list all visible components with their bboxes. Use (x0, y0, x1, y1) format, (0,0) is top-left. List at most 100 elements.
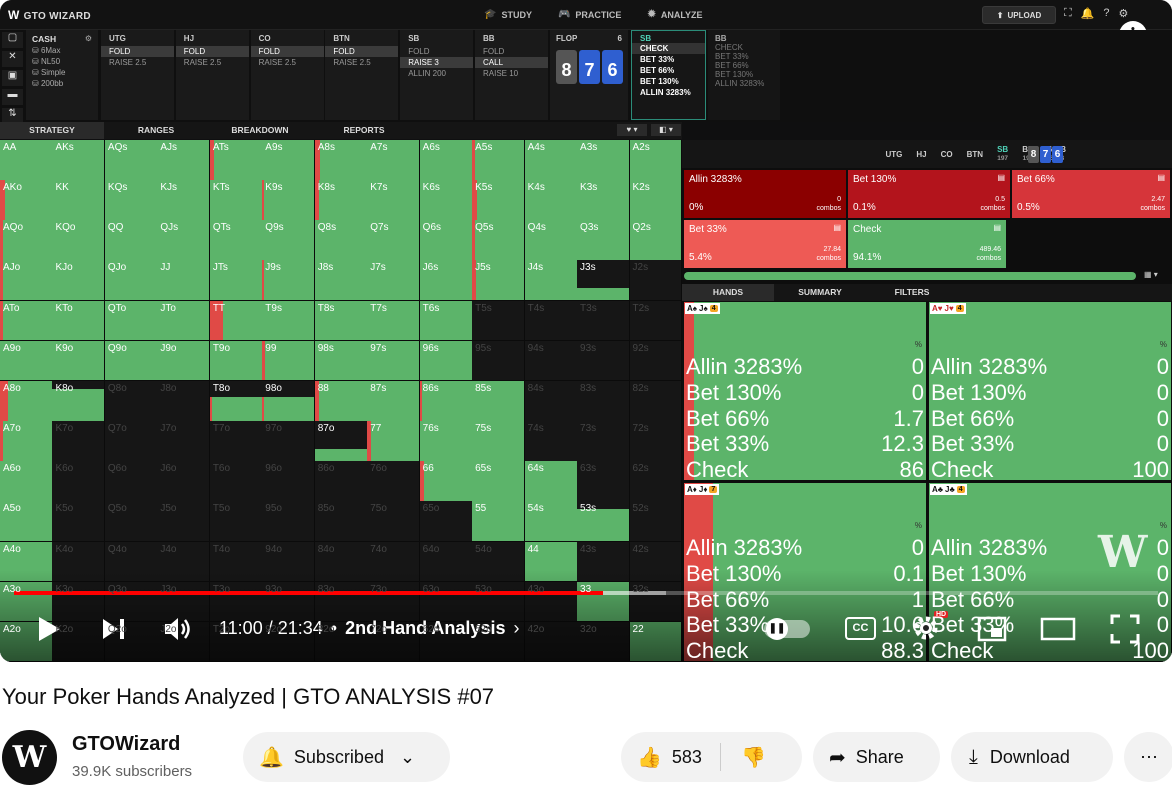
game-settings[interactable]: CASH ⚙ ⛁ 6Max ⛁ NL50 ⛁ Simple ⛁ 200bb (26, 30, 98, 120)
hand-cell[interactable]: A7o (0, 421, 53, 462)
hand-cell[interactable]: J4s (524, 260, 578, 302)
hand-cell[interactable]: 72s (629, 421, 683, 462)
hand-cell[interactable]: 53s (577, 501, 630, 542)
hand-cell[interactable]: Q8s (314, 220, 368, 261)
hand-cell[interactable]: KJs (157, 180, 211, 221)
seat-co[interactable]: CO FOLD RAISE 2.5 (250, 30, 324, 120)
chevron-right-icon[interactable]: › (513, 618, 519, 639)
seat-action[interactable]: RAISE 2.5 (251, 57, 324, 68)
hand-cell[interactable]: KJo (52, 260, 106, 302)
video-player[interactable]: W GTO WIZARD 🎓 STUDY 🎮 PRACTICE ✹ ANALYZE ⬆ UPL… (0, 0, 1172, 662)
hand-cell[interactable]: T9o (209, 340, 263, 382)
hand-cell[interactable]: T5o (209, 501, 263, 542)
hand-cell[interactable]: J3s (577, 260, 630, 302)
hand-cell[interactable]: K6s (419, 180, 473, 221)
hand-cell[interactable]: T8s (314, 300, 368, 342)
bookmark-icon[interactable]: ▢ (2, 32, 23, 48)
hand-cell[interactable]: AKs (52, 140, 106, 181)
like-icon[interactable]: 👍 (637, 745, 662, 770)
hand-cell[interactable]: QTs (209, 220, 263, 261)
sb-action[interactable]: BET 66% (632, 65, 705, 76)
hand-cell[interactable]: 76s (419, 421, 473, 462)
dislike-icon[interactable]: 👎 (741, 745, 766, 770)
hand-cell[interactable]: A7s (367, 140, 421, 181)
settings-icon[interactable]: ⚙ (1119, 7, 1129, 20)
hand-cell[interactable]: KTo (52, 300, 106, 342)
hand-cell[interactable]: 98o (262, 380, 316, 422)
game-icon[interactable]: ▬ (2, 89, 23, 105)
hand-cell[interactable]: T3s (577, 300, 630, 342)
hand-cell[interactable]: 97o (262, 421, 316, 462)
hand-cell[interactable]: 93s (577, 340, 630, 382)
hand-combo-cell[interactable]: A♦ J♦ 7% Allin 3283% 0 Bet 130% 0.1 Bet 66% 1 Bet… (683, 482, 927, 662)
hand-cell[interactable]: Q8o (104, 380, 158, 422)
hand-cell[interactable]: 62s (629, 461, 683, 502)
hand-cell[interactable]: Q4s (524, 220, 578, 261)
hand-cell[interactable]: 76o (367, 461, 421, 502)
expand-icon[interactable]: ▤ (833, 223, 841, 232)
hand-cell[interactable]: A9o (0, 340, 53, 382)
seat-action[interactable]: RAISE 2.5 (176, 57, 249, 68)
hand-combo-cell[interactable]: A♥ J♥ 4% Allin 3283% 0 Bet 130% 0 Bet 66% 0 Bet 3… (928, 301, 1172, 481)
seat-action[interactable]: FOLD (250, 46, 324, 57)
nav-tab-study[interactable]: 🎓 STUDY (484, 9, 532, 20)
expand-icon[interactable]: ▤ (993, 223, 1001, 232)
hand-cell[interactable]: J9o (157, 340, 211, 382)
hand-cell[interactable]: J7s (367, 260, 421, 302)
hand-cell[interactable]: K5o (52, 501, 106, 542)
hand-cell[interactable]: J8s (314, 260, 368, 302)
sb-action[interactable]: CHECK (632, 43, 705, 54)
hand-cell[interactable]: Q9s (262, 220, 316, 261)
nav-tab-practice[interactable]: 🎮 PRACTICE (558, 9, 621, 20)
hand-cell[interactable]: 85o (314, 501, 368, 542)
hands-tab-filters[interactable]: FILTERS (866, 284, 958, 301)
seatbar-utg[interactable]: UTG (886, 150, 903, 159)
hand-cell[interactable]: AQs (104, 140, 158, 181)
share-button[interactable]: ➦ Share (813, 732, 940, 782)
hand-cell[interactable]: 73s (577, 421, 630, 462)
channel-avatar[interactable]: W (2, 730, 57, 785)
hand-cell[interactable]: Q7o (104, 421, 158, 462)
hand-cell[interactable]: Q5s (472, 220, 526, 261)
grid-tool-dropdown[interactable]: ◧ ▾ (651, 124, 681, 136)
seat-action[interactable]: RAISE 2.5 (325, 57, 398, 68)
hand-cell[interactable]: KK (52, 180, 106, 221)
seat-action[interactable]: FOLD (325, 46, 399, 57)
seat-action[interactable]: ALLIN 200 (400, 68, 473, 79)
hand-cell[interactable]: 65o (419, 501, 473, 542)
save-icon[interactable]: ▣ (2, 70, 23, 86)
seat-bb[interactable]: BB FOLD CALL RAISE 10 (475, 30, 548, 120)
hand-cell[interactable]: 77 (367, 421, 421, 462)
hand-cell[interactable]: J6s (419, 260, 473, 302)
seat-action[interactable]: RAISE 2.5 (101, 57, 174, 68)
close-icon[interactable]: ✕ (2, 51, 23, 67)
download-button[interactable]: ⤓ Download (951, 732, 1113, 782)
hand-cell[interactable]: 92s (629, 340, 683, 382)
hand-cell[interactable]: 98s (314, 340, 368, 382)
nav-tab-analyze[interactable]: ✹ ANALYZE (647, 9, 702, 20)
hand-cell[interactable]: Q6o (104, 461, 158, 502)
hand-cell[interactable]: Q9o (104, 340, 158, 382)
hand-cell[interactable]: J5o (157, 501, 211, 542)
hand-cell[interactable]: T7s (367, 300, 421, 342)
hand-cell[interactable]: 85s (472, 380, 526, 422)
bb-action[interactable]: CHECK (715, 43, 773, 52)
hand-cell[interactable]: K3s (577, 180, 630, 221)
hand-cell[interactable]: 54s (524, 501, 578, 542)
hand-cell[interactable]: AKo (0, 180, 53, 221)
upload-button[interactable]: ⬆ UPLOAD (982, 6, 1056, 24)
seat-action[interactable]: RAISE 10 (475, 68, 548, 79)
seat-sb[interactable]: SB FOLD RAISE 3 ALLIN 200 (400, 30, 474, 120)
seat-action[interactable]: FOLD (400, 46, 473, 57)
hand-cell[interactable]: A8o (0, 380, 53, 422)
action-box-check[interactable]: Check 94.1% 489.46 combos ▤ (848, 220, 1006, 268)
seat-action[interactable]: FOLD (175, 46, 249, 57)
seat-btn[interactable]: BTN FOLD RAISE 2.5 (325, 30, 399, 120)
hand-cell[interactable]: 66 (419, 461, 473, 502)
hand-cell[interactable]: AJs (157, 140, 211, 181)
bb-node[interactable]: BB CHECK BET 33% BET 66% BET 130% ALLIN 3283… (708, 30, 780, 120)
hand-cell[interactable]: A2s (629, 140, 683, 181)
like-count[interactable]: 583 (672, 747, 702, 768)
hand-cell[interactable]: 55 (472, 501, 526, 542)
hand-cell[interactable]: 52s (629, 501, 683, 542)
